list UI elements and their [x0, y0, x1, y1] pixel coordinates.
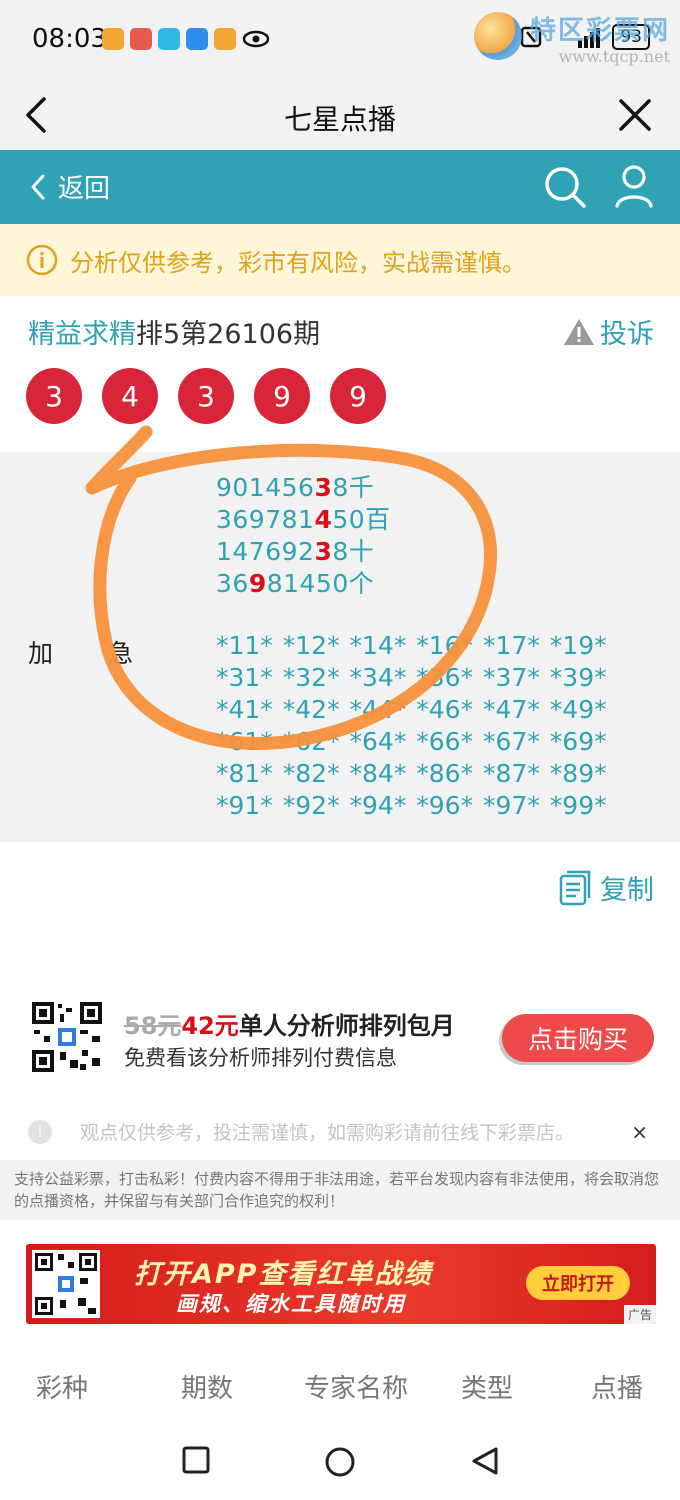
promo-subtitle: 免费看该分析师排列付费信息	[124, 1046, 397, 1070]
status-time: 08:03	[32, 24, 107, 54]
recent-apps-icon[interactable]	[182, 1446, 210, 1474]
banner-headline: 打开APP查看红单战绩	[134, 1259, 433, 1290]
qr-code-icon	[30, 1000, 104, 1074]
section-label: 加	[28, 639, 54, 668]
home-icon[interactable]	[324, 1446, 356, 1478]
promo-title-text: 单人分析师排列包月	[238, 1012, 455, 1040]
back-triangle-icon[interactable]	[470, 1446, 500, 1476]
qr-code-icon	[32, 1250, 100, 1318]
watermark-url: www.tqcp.net	[558, 47, 670, 66]
status-app-icons	[102, 28, 270, 50]
old-price: 58元	[124, 1012, 182, 1040]
disclaimer-text: 观点仅供参考，投注需谨慎，如需购彩请前往线下彩票店。	[80, 1122, 575, 1144]
watermark-title: 特区彩票网	[529, 16, 670, 46]
draw-numbers: 3 4 3 9 9	[26, 368, 386, 424]
ad-tag: 广告	[623, 1305, 656, 1324]
subscription-promo: 58元42元单人分析师排列包月 免费看该分析师排列付费信息 点击购买	[26, 996, 656, 1078]
app-notification-icon	[186, 28, 208, 50]
promo-title: 58元42元单人分析师排列包月	[124, 1006, 455, 1041]
new-price: 42元	[181, 1012, 239, 1040]
report-label: 投诉	[600, 319, 654, 350]
digit-line-thousands: 90145638千	[216, 473, 375, 502]
chevron-left-icon	[31, 174, 45, 199]
digit-line-tens: 14769238十	[216, 537, 375, 566]
system-navigation-bar	[0, 1420, 680, 1500]
top-nav-bar: 七星点播	[0, 80, 680, 150]
status-bar: 08:03 93 特区彩票网 www.tqcp.net	[0, 0, 680, 80]
combination-list: *11* *12* *14* *16* *17* *19* *31* *32* …	[216, 631, 607, 820]
back-label: 返回	[58, 174, 111, 204]
notice-text: 分析仅供参考，彩市有风险，实战需谨慎。	[70, 248, 526, 277]
tab-category[interactable]: 类型	[461, 1368, 513, 1405]
warning-icon	[564, 318, 594, 345]
draw-ball: 3	[178, 368, 234, 424]
info-icon: !	[28, 1119, 52, 1144]
eye-icon	[242, 30, 270, 48]
app-notification-icon	[130, 28, 152, 50]
risk-notice: 分析仅供参考，彩市有风险，实战需谨慎。	[0, 224, 680, 296]
draw-ball: 9	[330, 368, 386, 424]
close-icon[interactable]: ×	[631, 1120, 648, 1144]
draw-ball: 3	[26, 368, 82, 424]
position-digit-lines: 90145638千 369781450百 14769238十 36981450个	[216, 472, 391, 600]
analysis-content: 90145638千 369781450百 14769238十 36981450个…	[0, 452, 680, 842]
tab-issue-count[interactable]: 期数	[181, 1368, 233, 1405]
app-notification-icon	[102, 28, 124, 50]
draw-ball: 4	[102, 368, 158, 424]
watermark: 特区彩票网 www.tqcp.net	[473, 10, 670, 66]
legal-notice: 支持公益彩票，打击私彩！付费内容不得用于非法用途，若平台发现内容有非法使用，将会…	[0, 1160, 680, 1220]
tab-lottery-type[interactable]: 彩种	[36, 1368, 88, 1405]
close-icon[interactable]	[618, 98, 652, 132]
digit-line-hundreds: 369781450百	[216, 505, 391, 534]
search-icon[interactable]	[542, 164, 588, 210]
analyst-name[interactable]: 精益求精	[28, 319, 136, 350]
app-download-banner[interactable]: 打开APP查看红单战绩 画规、缩水工具随时用 立即打开 广告	[26, 1244, 656, 1324]
copy-button[interactable]: 复制	[558, 868, 654, 907]
tab-expert-name[interactable]: 专家名称	[304, 1368, 408, 1405]
page-title: 七星点播	[283, 103, 396, 136]
banner-subline: 画规、缩水工具随时用	[176, 1292, 406, 1316]
draw-ball: 9	[254, 368, 310, 424]
section-label: 急	[108, 639, 134, 668]
report-button[interactable]: 投诉	[562, 312, 654, 351]
open-app-button[interactable]: 立即打开	[526, 1266, 630, 1300]
digit-line-units: 36981450个	[216, 569, 375, 598]
copy-label: 复制	[600, 875, 654, 906]
issue-number: 排5第26106期	[136, 319, 321, 350]
app-notification-icon	[214, 28, 236, 50]
post-title-row: 精益求精排5第26106期 投诉	[28, 312, 654, 352]
user-icon[interactable]	[614, 164, 654, 208]
bottom-filter-tabs: 彩种 期数 专家名称 类型 点播	[0, 1356, 680, 1416]
app-header: 返回	[0, 150, 680, 224]
back-button[interactable]: 返回	[30, 168, 110, 205]
tab-on-demand[interactable]: 点播	[591, 1368, 643, 1405]
watermark-logo-icon	[473, 12, 522, 60]
document-copy-icon	[559, 870, 591, 905]
info-icon	[26, 244, 58, 276]
purchase-disclaimer: ! 观点仅供参考，投注需谨慎，如需购彩请前往线下彩票店。 ×	[28, 1118, 654, 1145]
app-notification-icon	[158, 28, 180, 50]
buy-button[interactable]: 点击购买	[502, 1014, 654, 1062]
